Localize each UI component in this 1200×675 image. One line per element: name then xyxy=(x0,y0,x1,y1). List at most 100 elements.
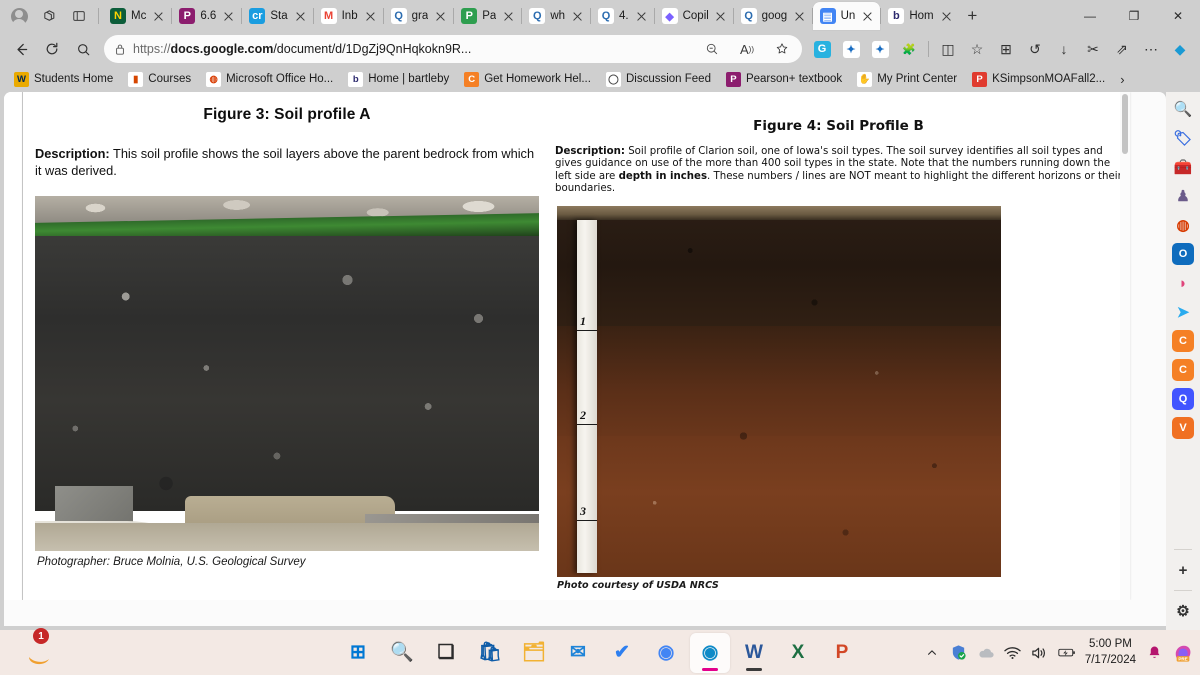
browser-tab-t12[interactable]: b Home | xyxy=(881,2,959,30)
profile-avatar-icon[interactable] xyxy=(4,3,34,29)
edge-icon[interactable]: ◉ xyxy=(690,632,730,673)
quizlet-icon[interactable]: Q xyxy=(1172,388,1194,410)
scrollbar-thumb[interactable] xyxy=(1122,94,1128,154)
refresh-button[interactable] xyxy=(37,35,67,63)
browser-tab-t5[interactable]: Qgra xyxy=(384,2,454,30)
task-view-icon[interactable]: ❏ xyxy=(426,633,466,673)
minimize-button[interactable]: — xyxy=(1068,0,1112,32)
volume-icon[interactable] xyxy=(1031,644,1049,662)
close-button[interactable]: ✕ xyxy=(1156,0,1200,32)
share-icon[interactable]: ⇗ xyxy=(1108,35,1136,63)
tab-close-icon[interactable] xyxy=(501,9,516,24)
tab-close-icon[interactable] xyxy=(860,9,875,24)
taskbar-search-icon[interactable]: 🔍 xyxy=(382,633,422,673)
sidebar-settings-icon[interactable]: ⚙ xyxy=(1172,600,1194,622)
tab-actions-icon[interactable] xyxy=(64,3,94,29)
notification-bell-icon[interactable] xyxy=(1145,644,1163,662)
sidebar-add-button[interactable]: + xyxy=(1172,559,1194,581)
back-button[interactable] xyxy=(6,35,36,63)
browser-tab-t2[interactable]: P 6.6 xyxy=(172,2,241,30)
maximize-button[interactable]: ❐ xyxy=(1112,0,1156,32)
browser-tab-t6[interactable]: P Pa xyxy=(454,2,521,30)
chegg-icon-1[interactable]: C xyxy=(1172,330,1194,352)
file-explorer-icon[interactable]: 🗂 xyxy=(514,633,554,673)
copilot-preview-icon[interactable]: PRE xyxy=(1172,644,1194,662)
downloads-icon[interactable]: ↓ xyxy=(1050,35,1078,63)
outlook-icon[interactable]: O xyxy=(1172,243,1194,265)
browser-tab-t11[interactable]: ▤ Un xyxy=(812,2,881,30)
microsoft-store-icon[interactable]: 🛍 xyxy=(470,633,510,673)
tab-close-icon[interactable] xyxy=(713,9,728,24)
designer-icon[interactable]: ◗ xyxy=(1172,272,1194,294)
bookmark-my-print-center[interactable]: ✋ My Print Center xyxy=(851,70,963,89)
battery-icon[interactable] xyxy=(1058,644,1076,662)
bookmark-pearson-textbook[interactable]: P Pearson+ textbook xyxy=(720,70,848,89)
add-tab-group-icon[interactable]: ⊞ xyxy=(992,35,1020,63)
browser-tab-t7[interactable]: Qwh xyxy=(522,2,590,30)
read-aloud-icon[interactable]: A)) xyxy=(733,35,761,63)
taskbar-clock[interactable]: 5:00 PM 7/17/2024 xyxy=(1085,637,1136,667)
bookmark-discussion-feed[interactable]: ◯ Discussion Feed xyxy=(600,70,717,89)
bookmark-microsoft-office-ho[interactable]: ◍ Microsoft Office Ho... xyxy=(200,70,339,89)
chrome-icon[interactable]: ◉ xyxy=(646,633,686,673)
extension-blue-icon-1[interactable]: ✦ xyxy=(837,35,865,63)
grammarly-extension-icon[interactable]: G xyxy=(808,35,836,63)
telegram-icon[interactable]: ➤ xyxy=(1172,301,1194,323)
word-icon[interactable]: W xyxy=(734,633,774,673)
split-screen-icon[interactable]: ◫ xyxy=(934,35,962,63)
tab-close-icon[interactable] xyxy=(151,9,166,24)
shopping-tag-icon[interactable]: 🏷 xyxy=(1172,127,1194,149)
office-icon[interactable]: ◍ xyxy=(1172,214,1194,236)
google-doc-page: Figure 3: Soil profile A Description: Th… xyxy=(23,92,1130,600)
bookmark-home-bartleby[interactable]: b Home | bartleby xyxy=(342,70,455,89)
tab-close-icon[interactable] xyxy=(792,9,807,24)
browser-tab-t10[interactable]: Qgoogle xyxy=(734,2,812,30)
favorite-star-icon[interactable] xyxy=(768,35,796,63)
tab-close-icon[interactable] xyxy=(221,9,236,24)
tab-close-icon[interactable] xyxy=(363,9,378,24)
chegg-icon-2[interactable]: C xyxy=(1172,359,1194,381)
tab-copy-icon[interactable] xyxy=(34,3,64,29)
edge-sidebar: 🔍 🏷 🧰 ♟ ◍ O ◗ ➤ C C Q V + ⚙ xyxy=(1166,92,1200,630)
search-sidebar-icon[interactable]: 🔍 xyxy=(1172,98,1194,120)
tab-close-icon[interactable] xyxy=(570,9,585,24)
mail-icon[interactable]: ✉ xyxy=(558,633,598,673)
vimeo-icon[interactable]: V xyxy=(1172,417,1194,439)
excel-icon[interactable]: X xyxy=(778,633,818,673)
new-tab-button[interactable]: + xyxy=(959,3,985,29)
address-bar[interactable]: https://docs.google.com/document/d/1DgZj… xyxy=(104,35,802,63)
games-icon[interactable]: ♟ xyxy=(1172,185,1194,207)
browser-tab-t8[interactable]: Q 4. xyxy=(591,2,654,30)
bookmark-courses[interactable]: ▮ Courses xyxy=(122,70,197,89)
todo-icon[interactable]: ✔ xyxy=(602,633,642,673)
tab-close-icon[interactable] xyxy=(293,9,308,24)
bookmarks-overflow-chevron[interactable]: › xyxy=(1114,72,1130,87)
tab-close-icon[interactable] xyxy=(433,9,448,24)
extension-blue-icon-2[interactable]: ✦ xyxy=(866,35,894,63)
show-hidden-icons-chevron[interactable] xyxy=(923,644,941,662)
bookmark-ksimpsonmoafall2[interactable]: P KSimpsonMOAFall2... xyxy=(966,70,1111,89)
browser-tab-t1[interactable]: N Mc xyxy=(103,2,171,30)
copilot-icon[interactable]: ◆ xyxy=(1166,35,1194,63)
settings-more-icon[interactable]: ⋯ xyxy=(1137,35,1165,63)
onedrive-icon[interactable] xyxy=(977,644,995,662)
screenshot-icon[interactable]: ✂ xyxy=(1079,35,1107,63)
tools-icon[interactable]: 🧰 xyxy=(1172,156,1194,178)
wifi-icon[interactable] xyxy=(1004,644,1022,662)
extensions-puzzle-icon[interactable]: 🧩 xyxy=(895,35,923,63)
omnibox-search-icon[interactable] xyxy=(68,35,98,63)
tab-close-icon[interactable] xyxy=(939,9,954,24)
history-icon[interactable]: ↺ xyxy=(1021,35,1049,63)
zoom-out-icon[interactable] xyxy=(698,35,726,63)
powerpoint-icon[interactable]: P xyxy=(822,633,862,673)
browser-tab-t3[interactable]: cr Sta xyxy=(242,2,312,30)
collections-icon[interactable]: ☆ xyxy=(963,35,991,63)
browser-tab-t9[interactable]: ◆ Copilot xyxy=(655,2,733,30)
start-button[interactable]: ⊞ xyxy=(338,633,378,673)
document-scrollbar[interactable] xyxy=(1120,92,1130,600)
tab-close-icon[interactable] xyxy=(634,9,649,24)
bookmark-students-home[interactable]: W Students Home xyxy=(8,70,119,89)
browser-tab-t4[interactable]: M Inb xyxy=(314,2,383,30)
windows-security-icon[interactable] xyxy=(950,644,968,662)
bookmark-get-homework-hel[interactable]: C Get Homework Hel... xyxy=(458,70,597,89)
